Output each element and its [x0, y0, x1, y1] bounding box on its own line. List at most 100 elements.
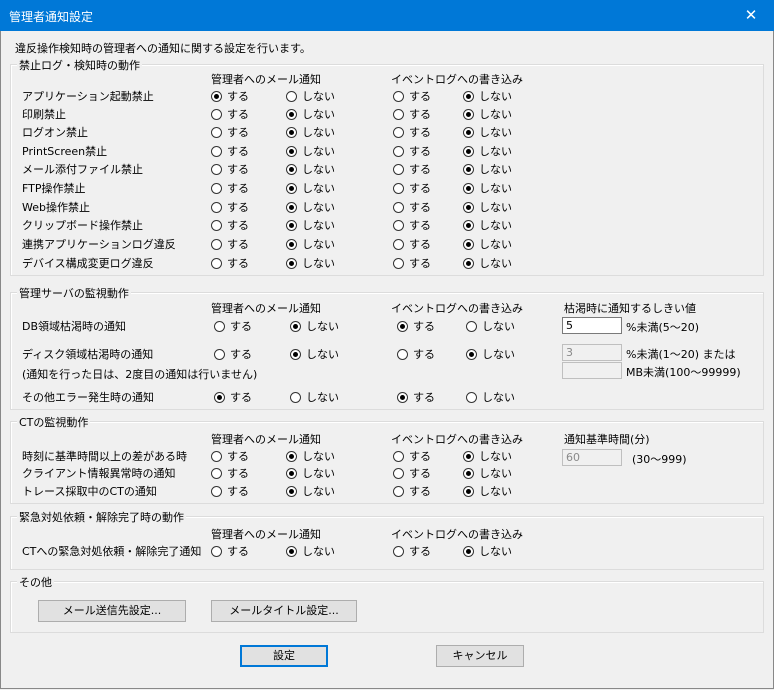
mail-notify-off-radio[interactable]: しない [286, 543, 335, 559]
eventlog-on-radio[interactable]: する [397, 346, 435, 362]
db-threshold-input[interactable]: 5 [562, 317, 622, 334]
mail-notify-off-radio[interactable]: しない [286, 124, 335, 140]
close-icon[interactable]: ✕ [728, 0, 774, 31]
radio-circle-icon [286, 486, 297, 497]
mail-notify-off-radio[interactable]: しない [290, 318, 339, 334]
eventlog-off-radio[interactable]: しない [463, 161, 512, 177]
eventlog-on-radio[interactable]: する [393, 543, 431, 559]
eventlog-off-radio[interactable]: しない [463, 255, 512, 271]
window-title: 管理者通知設定 [9, 10, 94, 24]
mail-notify-on-radio[interactable]: する [211, 143, 249, 159]
eventlog-on-radio[interactable]: する [393, 448, 431, 464]
eventlog-on-radio[interactable]: する [393, 465, 431, 481]
mail-notify-off-radio[interactable]: しない [286, 106, 335, 122]
eventlog-on-radio[interactable]: する [393, 483, 431, 499]
eventlog-on-radio[interactable]: する [393, 199, 431, 215]
eventlog-off-radio[interactable]: しない [463, 448, 512, 464]
eventlog-on-radio[interactable]: する [393, 88, 431, 104]
mail-notify-off-radio[interactable]: しない [286, 236, 335, 252]
radio-circle-icon [463, 468, 474, 479]
mail-notify-on-radio[interactable]: する [211, 448, 249, 464]
eventlog-off-radio[interactable]: しない [466, 389, 515, 405]
radio-label: しない [302, 257, 335, 270]
mail-notify-off-radio[interactable]: しない [286, 180, 335, 196]
radio-circle-icon [286, 258, 297, 269]
mail-notify-off-radio[interactable]: しない [286, 448, 335, 464]
radio-circle-icon [463, 183, 474, 194]
mail-notify-off-radio[interactable]: しない [286, 199, 335, 215]
mail-notify-off-radio[interactable]: しない [290, 389, 339, 405]
mail-notify-off-radio[interactable]: しない [286, 217, 335, 233]
mail-destination-button[interactable]: メール送信先設定... [38, 600, 186, 622]
mail-notify-on-radio[interactable]: する [211, 236, 249, 252]
mail-notify-off-radio[interactable]: しない [286, 255, 335, 271]
mail-notify-on-radio[interactable]: する [211, 465, 249, 481]
mail-notify-off-radio[interactable]: しない [286, 161, 335, 177]
mail-notify-off-radio[interactable]: しない [290, 346, 339, 362]
eventlog-on-radio[interactable]: する [393, 217, 431, 233]
eventlog-on-radio[interactable]: する [393, 143, 431, 159]
cancel-button[interactable]: キャンセル [436, 645, 524, 667]
mail-notify-off-radio[interactable]: しない [286, 483, 335, 499]
row-label: ログオン禁止 [22, 126, 88, 139]
radio-label: しない [482, 348, 515, 361]
row-label: 時刻に基準時間以上の差がある時 [22, 450, 187, 463]
eventlog-on-radio[interactable]: する [393, 106, 431, 122]
mail-notify-on-radio[interactable]: する [211, 88, 249, 104]
mail-notify-on-radio[interactable]: する [211, 543, 249, 559]
mail-notify-on-radio[interactable]: する [214, 318, 252, 334]
mail-notify-on-radio[interactable]: する [211, 255, 249, 271]
eventlog-off-radio[interactable]: しない [466, 346, 515, 362]
radio-label: しない [302, 90, 335, 103]
mail-notify-on-radio[interactable]: する [211, 106, 249, 122]
time-value-input[interactable]: 60 [562, 449, 622, 466]
mail-notify-off-radio[interactable]: しない [286, 88, 335, 104]
eventlog-off-radio[interactable]: しない [463, 483, 512, 499]
eventlog-off-radio[interactable]: しない [463, 199, 512, 215]
mail-notify-on-radio[interactable]: する [211, 483, 249, 499]
eventlog-off-radio[interactable]: しない [463, 88, 512, 104]
ok-button[interactable]: 設定 [240, 645, 328, 667]
radio-circle-icon [286, 183, 297, 194]
time-header: 通知基準時間(分) [564, 433, 650, 446]
eventlog-off-radio[interactable]: しない [466, 318, 515, 334]
mail-title-button[interactable]: メールタイトル設定... [211, 600, 357, 622]
radio-circle-icon [286, 239, 297, 250]
eventlog-off-radio[interactable]: しない [463, 180, 512, 196]
radio-circle-icon [393, 468, 404, 479]
radio-circle-icon [463, 109, 474, 120]
row-label: メール添付ファイル禁止 [22, 163, 143, 176]
eventlog-on-radio[interactable]: する [393, 124, 431, 140]
radio-circle-icon [397, 349, 408, 360]
mail-notify-on-radio[interactable]: する [211, 161, 249, 177]
radio-circle-icon [466, 321, 477, 332]
radio-circle-icon [393, 127, 404, 138]
column-header-eventlog: イベントログへの書き込み [391, 528, 523, 541]
mail-notify-off-radio[interactable]: しない [286, 143, 335, 159]
eventlog-off-radio[interactable]: しない [463, 236, 512, 252]
eventlog-off-radio[interactable]: しない [463, 143, 512, 159]
eventlog-on-radio[interactable]: する [393, 180, 431, 196]
eventlog-off-radio[interactable]: しない [463, 217, 512, 233]
disk-mb-input[interactable] [562, 362, 622, 379]
mail-notify-off-radio[interactable]: しない [286, 465, 335, 481]
disk-threshold-input[interactable]: 3 [562, 344, 622, 361]
eventlog-off-radio[interactable]: しない [463, 124, 512, 140]
mail-notify-on-radio[interactable]: する [211, 124, 249, 140]
eventlog-on-radio[interactable]: する [397, 318, 435, 334]
eventlog-on-radio[interactable]: する [393, 236, 431, 252]
mail-notify-on-radio[interactable]: する [211, 180, 249, 196]
column-header-eventlog: イベントログへの書き込み [391, 433, 523, 446]
eventlog-on-radio[interactable]: する [393, 161, 431, 177]
mail-notify-on-radio[interactable]: する [214, 389, 252, 405]
eventlog-off-radio[interactable]: しない [463, 543, 512, 559]
eventlog-off-radio[interactable]: しない [463, 465, 512, 481]
mail-notify-on-radio[interactable]: する [211, 217, 249, 233]
eventlog-on-radio[interactable]: する [393, 255, 431, 271]
radio-circle-icon [393, 146, 404, 157]
mail-notify-on-radio[interactable]: する [211, 199, 249, 215]
eventlog-on-radio[interactable]: する [397, 389, 435, 405]
radio-label: する [227, 238, 249, 251]
eventlog-off-radio[interactable]: しない [463, 106, 512, 122]
mail-notify-on-radio[interactable]: する [214, 346, 252, 362]
